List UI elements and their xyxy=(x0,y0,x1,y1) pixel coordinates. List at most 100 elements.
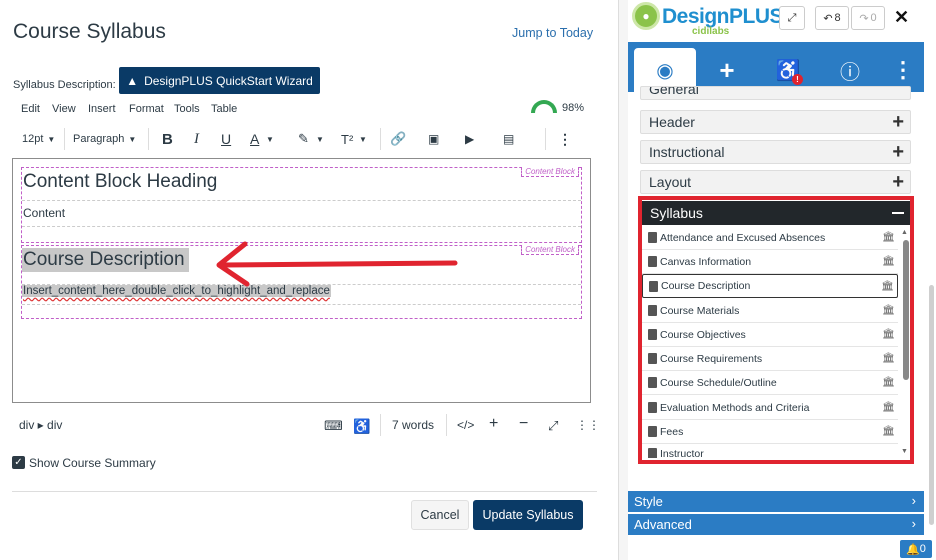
bank-icon[interactable]: 🏛 xyxy=(881,281,894,292)
zoom-in-icon[interactable]: + xyxy=(489,415,498,433)
list-item[interactable]: Evaluation Methods and Criteria 🏛 xyxy=(642,396,898,420)
designplus-logo-icon: ● xyxy=(632,2,660,30)
accordion-instructional[interactable]: Instructional + xyxy=(640,140,911,164)
advanced-section[interactable]: Advanced › xyxy=(628,514,924,535)
text-color-icon[interactable]: A xyxy=(250,129,259,149)
quickstart-wizard-button[interactable]: ▲ DesignPLUS QuickStart Wizard xyxy=(119,67,320,94)
help-icon[interactable]: ⓘ xyxy=(835,57,865,84)
content-block-tag: Content Block xyxy=(521,245,579,255)
list-item[interactable]: Course Materials 🏛 xyxy=(642,299,898,323)
cancel-button[interactable]: Cancel xyxy=(411,500,469,530)
fullscreen-icon[interactable]: ⤢ xyxy=(548,418,558,434)
list-item-label: Course Description xyxy=(661,280,751,292)
list-item-label: Course Materials xyxy=(660,304,740,317)
style-section[interactable]: Style › xyxy=(628,491,924,512)
accordion-header[interactable]: Header + xyxy=(640,110,911,134)
scroll-down-icon[interactable]: ▼ xyxy=(901,448,908,455)
list-item[interactable]: Fees 🏛 xyxy=(642,420,898,444)
redo-button[interactable]: ↷ 0 xyxy=(851,6,885,30)
jump-to-today-link[interactable]: Jump to Today xyxy=(512,26,593,40)
font-size-select[interactable]: 12pt ▼ xyxy=(22,129,55,149)
list-item[interactable]: Course Schedule/Outline 🏛 xyxy=(642,371,898,395)
menu-insert[interactable]: Insert xyxy=(88,103,116,115)
wizard-label: DesignPLUS QuickStart Wizard xyxy=(144,73,313,88)
list-item[interactable]: Canvas Information 🏛 xyxy=(642,250,898,274)
menu-view[interactable]: View xyxy=(52,103,76,115)
logo-subtext: cidilabs xyxy=(692,26,730,37)
accordion-general[interactable]: General xyxy=(640,86,911,100)
status-divider xyxy=(446,414,447,436)
chevron-down-icon[interactable]: ▼ xyxy=(359,129,367,149)
list-item[interactable]: Course Objectives 🏛 xyxy=(642,323,898,347)
update-syllabus-button[interactable]: Update Syllabus xyxy=(473,500,583,530)
document-icon[interactable]: ▤ xyxy=(503,129,514,149)
template-icon xyxy=(648,256,657,267)
list-item[interactable]: Attendance and Excused Absences 🏛 xyxy=(642,226,898,250)
more-options-icon[interactable]: ⋮ xyxy=(558,129,572,149)
undo-button[interactable]: ↶ 8 xyxy=(815,6,849,30)
media-icon[interactable]: ▶ xyxy=(465,129,474,149)
minus-icon xyxy=(892,212,904,214)
list-item-selected[interactable]: Course Description 🏛 xyxy=(642,274,898,298)
course-description-heading[interactable]: Course Description xyxy=(22,248,189,272)
bank-icon[interactable]: 🏛 xyxy=(882,426,895,437)
italic-icon[interactable]: I xyxy=(194,129,199,149)
bell-icon: 🔔 xyxy=(906,543,920,556)
bank-icon[interactable]: 🏛 xyxy=(882,305,895,316)
template-icon xyxy=(648,232,657,243)
list-scrollbar[interactable] xyxy=(903,240,909,380)
element-path[interactable]: div ▸ div xyxy=(19,418,62,432)
list-item[interactable]: Course Requirements 🏛 xyxy=(642,347,898,371)
menu-tools[interactable]: Tools xyxy=(174,103,200,115)
accordion-syllabus[interactable]: Syllabus xyxy=(642,201,910,225)
accordion-label: Syllabus xyxy=(650,205,703,221)
keyboard-icon[interactable]: ⌨ xyxy=(324,418,343,434)
close-icon[interactable]: ✕ xyxy=(894,7,909,28)
bank-icon[interactable]: 🏛 xyxy=(882,329,895,340)
content-block-heading[interactable]: Content Block Heading xyxy=(23,171,217,193)
notifications-button[interactable]: 🔔 0 xyxy=(900,540,932,558)
zoom-out-icon[interactable]: − xyxy=(519,415,528,433)
accordion-layout[interactable]: Layout + xyxy=(640,170,911,194)
bank-icon[interactable]: 🏛 xyxy=(882,377,895,388)
toolbar-divider xyxy=(545,128,546,150)
sidebar-scrollbar[interactable] xyxy=(929,285,934,525)
show-summary-label: Show Course Summary xyxy=(29,456,156,470)
chevron-down-icon[interactable]: ▼ xyxy=(316,129,324,149)
menu-table[interactable]: Table xyxy=(211,103,237,115)
add-icon[interactable]: + xyxy=(712,55,742,85)
resize-handle-icon[interactable]: ⋮⋮ xyxy=(576,418,600,432)
link-icon[interactable]: 🔗 xyxy=(390,129,406,149)
show-summary-checkbox[interactable]: ✓ xyxy=(12,456,25,469)
pane-divider[interactable] xyxy=(618,0,628,560)
accessibility-gauge-icon[interactable] xyxy=(531,100,557,113)
chevron-down-icon[interactable]: ▼ xyxy=(266,129,274,149)
content-block-1[interactable]: Content Block Content Block Heading Cont… xyxy=(21,167,582,243)
template-icon xyxy=(648,305,657,316)
designplus-sidebar: ● DesignPLUS cidilabs ⤢ ↶ 8 ↷ 0 ✕ ◉ + ♿ ! … xyxy=(628,0,936,560)
more-options-icon[interactable]: ⋮ xyxy=(888,57,918,83)
bank-icon[interactable]: 🏛 xyxy=(882,402,895,413)
list-item[interactable]: Instructor xyxy=(642,444,898,458)
advanced-label: Advanced xyxy=(634,517,692,532)
bank-icon[interactable]: 🏛 xyxy=(882,232,895,243)
template-icon xyxy=(648,402,657,413)
bold-icon[interactable]: B xyxy=(162,129,173,149)
image-icon[interactable]: ▣ xyxy=(428,129,439,149)
superscript-icon[interactable]: T² xyxy=(341,129,353,149)
content-paragraph[interactable]: Content xyxy=(23,206,65,220)
expand-icon[interactable]: ⤢ xyxy=(779,6,805,30)
bank-icon[interactable]: 🏛 xyxy=(882,256,895,267)
scroll-up-icon[interactable]: ▲ xyxy=(901,229,908,236)
accessibility-checker-icon[interactable]: ♿ xyxy=(353,418,370,435)
highlight-color-icon[interactable]: ✎ xyxy=(298,129,309,149)
word-count[interactable]: 7 words xyxy=(392,418,434,432)
menu-format[interactable]: Format xyxy=(129,103,164,115)
menu-edit[interactable]: Edit xyxy=(21,103,40,115)
block-format-select[interactable]: Paragraph ▼ xyxy=(73,129,136,149)
accordion-label: General xyxy=(649,86,699,97)
target-icon[interactable]: ◉ xyxy=(650,57,680,83)
underline-icon[interactable]: U xyxy=(221,129,231,149)
html-editor-icon[interactable]: </> xyxy=(457,418,474,432)
bank-icon[interactable]: 🏛 xyxy=(882,353,895,364)
